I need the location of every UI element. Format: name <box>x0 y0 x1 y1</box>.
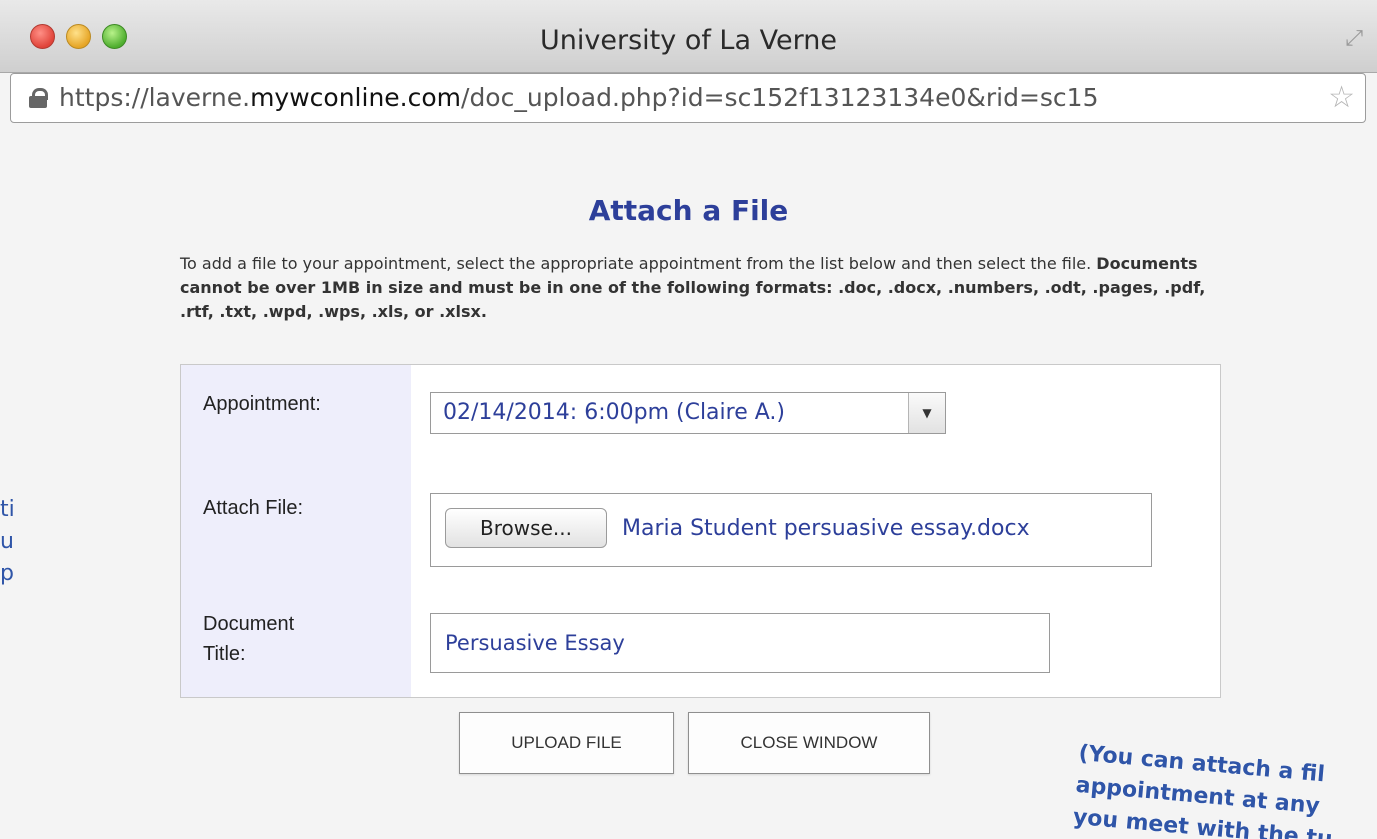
url-text[interactable]: https://laverne.mywconline.com/doc_uploa… <box>59 74 1099 122</box>
chevron-down-icon[interactable]: ▼ <box>908 393 945 433</box>
close-window-button[interactable]: CLOSE WINDOW <box>688 712 930 774</box>
star-icon[interactable]: ☆ <box>1328 80 1355 115</box>
document-title-input[interactable]: Persuasive Essay <box>430 613 1050 673</box>
appointment-label: Appointment: <box>203 393 321 415</box>
window-title: University of La Verne <box>540 25 837 56</box>
instructions-plain: To add a file to your appointment, selec… <box>180 254 1092 273</box>
url-domain: mywconline.com <box>250 83 462 112</box>
title-bar: University of La Verne ⤢ <box>0 0 1377 73</box>
document-title-label: Document Title: <box>203 613 295 665</box>
browser-window: University of La Verne ⤢ https://laverne… <box>0 0 1377 839</box>
file-input[interactable]: Browse... Maria Student persuasive essay… <box>430 493 1152 567</box>
upload-form: Appointment: 02/14/2014: 6:00pm (Claire … <box>180 364 1221 698</box>
instructions-text: To add a file to your appointment, selec… <box>180 252 1220 324</box>
fullscreen-icon[interactable]: ⤢ <box>1345 26 1363 51</box>
page-title: Attach a File <box>588 194 789 227</box>
lock-icon <box>29 88 48 108</box>
url-path: /doc_upload.php?id=sc152f13123134e0&rid=… <box>461 83 1099 112</box>
upload-file-button[interactable]: UPLOAD FILE <box>459 712 674 774</box>
attach-file-label: Attach File: <box>203 497 304 519</box>
annotation-callout: (You can attach a fil appointment at any… <box>1071 740 1334 839</box>
background-text-fragment: ti u p <box>0 497 14 586</box>
page-content: ti u p Attach a File To add a file to yo… <box>0 124 1377 839</box>
address-bar[interactable]: https://laverne.mywconline.com/doc_uploa… <box>10 73 1366 123</box>
url-prefix: https://laverne. <box>59 83 251 112</box>
selected-file-name: Maria Student persuasive essay.docx <box>622 516 1030 541</box>
appointment-select-value: 02/14/2014: 6:00pm (Claire A.) <box>443 400 785 425</box>
appointment-select[interactable]: 02/14/2014: 6:00pm (Claire A.) ▼ <box>430 392 946 434</box>
browse-button[interactable]: Browse... <box>445 508 607 548</box>
